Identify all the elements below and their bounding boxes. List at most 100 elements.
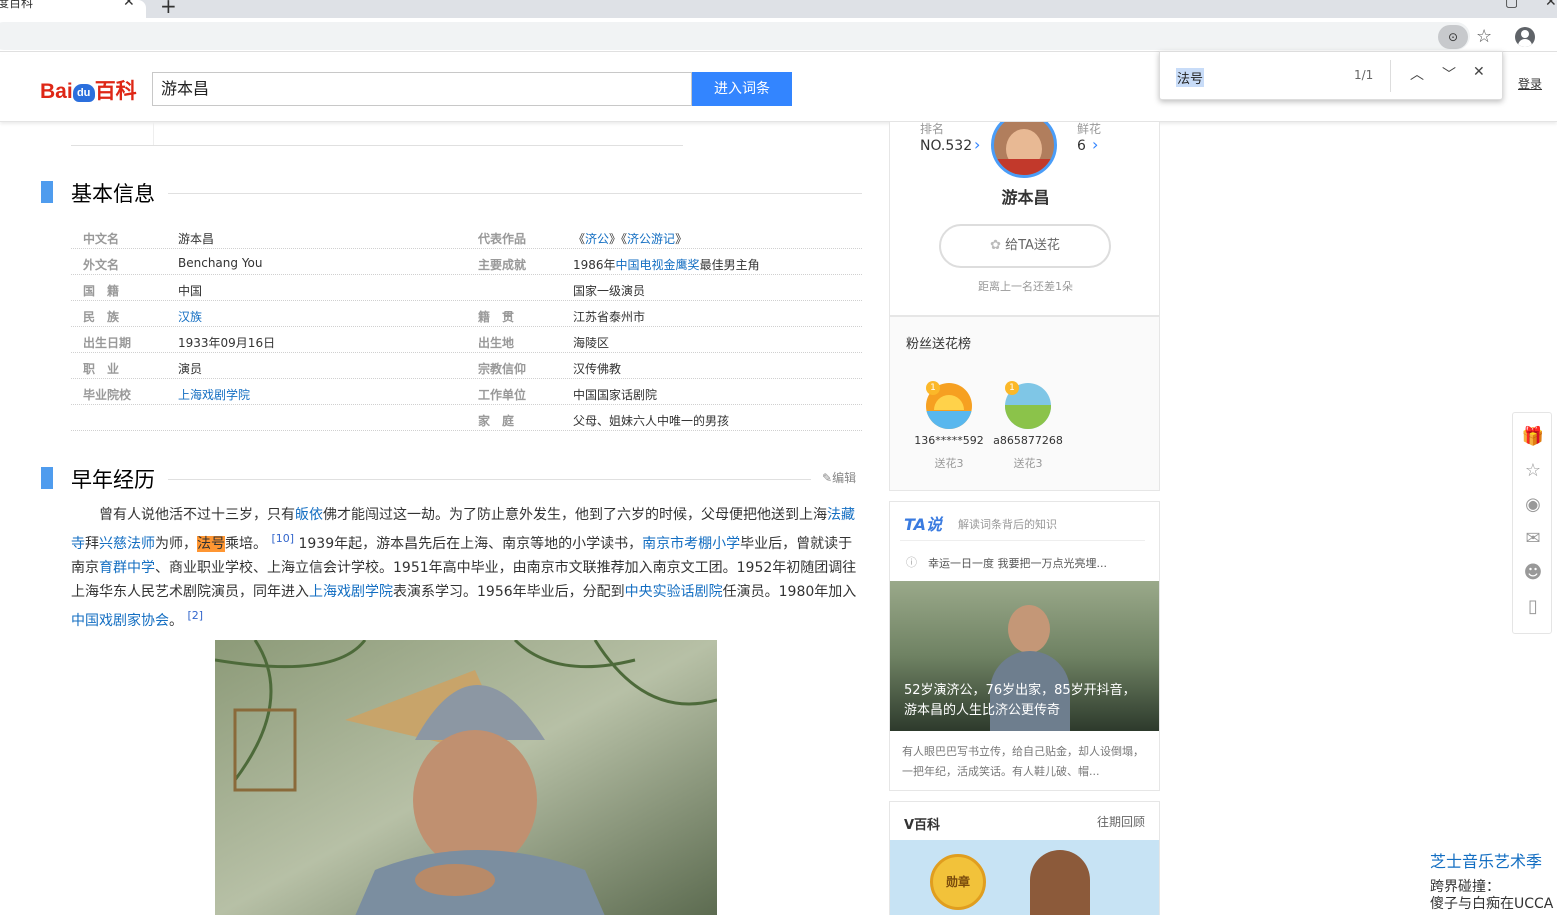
avatar[interactable] [991,122,1057,178]
restore-window-icon[interactable]: ▢ [1505,0,1518,10]
fan-ranking-title: 粉丝送花榜 [906,337,972,352]
section-line [168,193,862,194]
text: 曾有人说他活不过十三岁，只有 [99,507,295,523]
early-life-paragraph: 曾有人说他活不过十三岁，只有皈依佛才能闯过这一劫。为了防止意外发生，他到了六岁的… [71,503,862,633]
info-label: 家 庭 [478,414,515,428]
menu-icon[interactable]: ⋮ [1551,24,1557,43]
ta-caption: 52岁演济公，76岁出家，85岁开抖音，游本昌的人生比济公更传奇 [904,683,1136,718]
tab-close-icon[interactable]: ✕ [123,0,135,9]
find-divider [1390,60,1391,92]
new-tab-button[interactable]: + [160,0,177,18]
info-text: 国家一级演员 [573,284,646,298]
search-input[interactable]: 游本昌 [152,72,692,106]
info-value: 《济公》《济公游记》 [573,230,687,247]
section-line [168,479,811,480]
past-issues-link[interactable]: 往期回顾 [1097,813,1145,830]
bookmark-star-icon[interactable]: ☆ [1476,26,1492,47]
info-value: 1986年中国电视金鹰奖最佳男主角 [573,256,760,273]
info-value[interactable]: 上海戏剧学院 [178,386,250,403]
edit-link[interactable]: ✎编辑 [822,469,856,486]
qq-icon[interactable]: ☻ [1521,561,1545,585]
link-shanghai-theatre[interactable]: 上海戏剧学院 [309,584,393,600]
rank-value[interactable]: NO.532 [920,138,972,154]
ta-author[interactable]: 幸运一日一度 我要把一万点光亮埋... [928,555,1107,571]
fan-name[interactable]: 136*****592 [910,434,988,447]
info-row: 国 籍 中国 国家一级演员 [71,275,862,301]
weibo-icon[interactable]: ◉ [1521,493,1545,517]
find-bar: 法号 1/1 ︿ ﹀ ✕ [1159,51,1503,100]
info-link[interactable]: 济公 [585,232,609,246]
v-baike-image[interactable]: 勋章 [890,840,1159,915]
info-text: 《 [573,232,586,246]
wechat-icon[interactable]: ✉ [1521,527,1545,551]
chevron-right-icon[interactable]: › [974,135,980,154]
info-label: 宗教信仰 [478,362,527,376]
info-label: 主要成就 [478,258,527,272]
enter-entry-button[interactable]: 进入词条 [692,72,792,106]
info-value: 演员 [178,362,203,376]
link-xingci[interactable]: 兴慈法师 [99,536,155,552]
link-kaopeng-school[interactable]: 南京市考棚小学 [642,536,740,552]
close-window-icon[interactable]: ✕ [1545,0,1557,10]
give-flower-button[interactable]: ✿ 给TA送花 [939,224,1111,268]
dog-illustration [1030,850,1090,915]
info-text: 父母、姐妹六人中唯一的男孩 [573,414,730,428]
login-link[interactable]: 登录 [1518,75,1542,92]
info-link[interactable]: 济公游记 [627,232,675,246]
article-photo[interactable] [215,640,717,915]
side-toolbar: 🎁 ☆ ◉ ✉ ☻ ▯ [1512,412,1552,634]
fan-name[interactable]: a865877268 [986,434,1070,447]
citation-link[interactable]: [10] [271,532,294,545]
find-close-icon[interactable]: ✕ [1473,64,1485,80]
give-flower-label: 给TA送花 [1005,238,1060,253]
browser-tab[interactable]: 度百科 ✕ [0,0,146,18]
ta-cover-image[interactable]: 52岁演济公，76岁出家，85岁开抖音，游本昌的人生比济公更传奇 [890,581,1159,731]
ta-subtitle: 解读词条背后的知识 [958,518,1057,531]
info-label: 工作单位 [478,388,527,402]
ad-title[interactable]: 芝士音乐艺术季 [1430,848,1542,872]
info-text: 汉传佛教 [573,362,622,376]
info-value[interactable]: 汉族 [178,308,202,325]
baike-logo[interactable]: Bai du 百科 [40,75,137,105]
find-highlight: 法号 [197,536,225,552]
medal-icon: 勋章 [930,854,986,910]
edit-label: 编辑 [832,471,857,485]
fan-count: 送花3 [934,457,964,470]
info-row: 出生日期 1933年09月16日 出生地 海陵区 [71,327,862,353]
info-label: 民 族 [83,310,120,324]
text: 任演员。1980年加入 [722,584,857,600]
link-central-theatre[interactable]: 中央实验话剧院 [625,584,723,600]
find-previous-icon[interactable]: ︿ [1410,64,1424,84]
info-icon: ⓘ [906,556,917,569]
profile-avatar-icon[interactable] [1515,27,1535,47]
omnibox[interactable] [0,22,1470,50]
find-in-page-icon[interactable]: ⊙ [1438,25,1468,49]
find-count: 1/1 [1354,68,1374,82]
info-text: 1986年 [573,258,616,272]
chevron-right-icon[interactable]: › [1092,135,1098,154]
info-text: 》 [675,232,688,246]
v-baike-title: V百科 [904,818,941,833]
text: 佛才能闯过这一劫。为了防止意外发生，他到了六岁的时候，父母便把他送到上海 [323,507,827,523]
ad-line[interactable]: 傻子与白痴在UCCA [1430,893,1553,913]
divider [71,145,683,146]
pencil-icon: ✎ [822,471,833,485]
find-next-icon[interactable]: ﹀ [1442,64,1456,84]
link-guiyi[interactable]: 皈依 [295,507,323,523]
info-label: 出生地 [478,336,515,350]
find-input[interactable]: 法号 [1176,68,1205,87]
ta-logo[interactable]: TA说 [904,511,942,535]
link-yuqun-school[interactable]: 育群中学 [99,560,155,576]
divider [900,540,1145,541]
flower-value[interactable]: 6 [1077,138,1086,154]
info-row: 毕业院校 上海戏剧学院 工作单位 中国国家话剧院 [71,379,862,405]
gift-icon[interactable]: 🎁 [1521,425,1545,449]
favorite-star-icon[interactable]: ☆ [1521,459,1545,483]
text: 拜 [85,536,99,552]
mobile-icon[interactable]: ▯ [1521,595,1545,619]
tab-title: 度百科 [0,0,34,10]
info-link[interactable]: 中国电视金鹰奖 [616,258,700,272]
citation-link[interactable]: [2] [187,609,203,622]
rank-badge: 1 [926,381,940,395]
link-dramatists-association[interactable]: 中国戏剧家协会 [71,613,169,629]
